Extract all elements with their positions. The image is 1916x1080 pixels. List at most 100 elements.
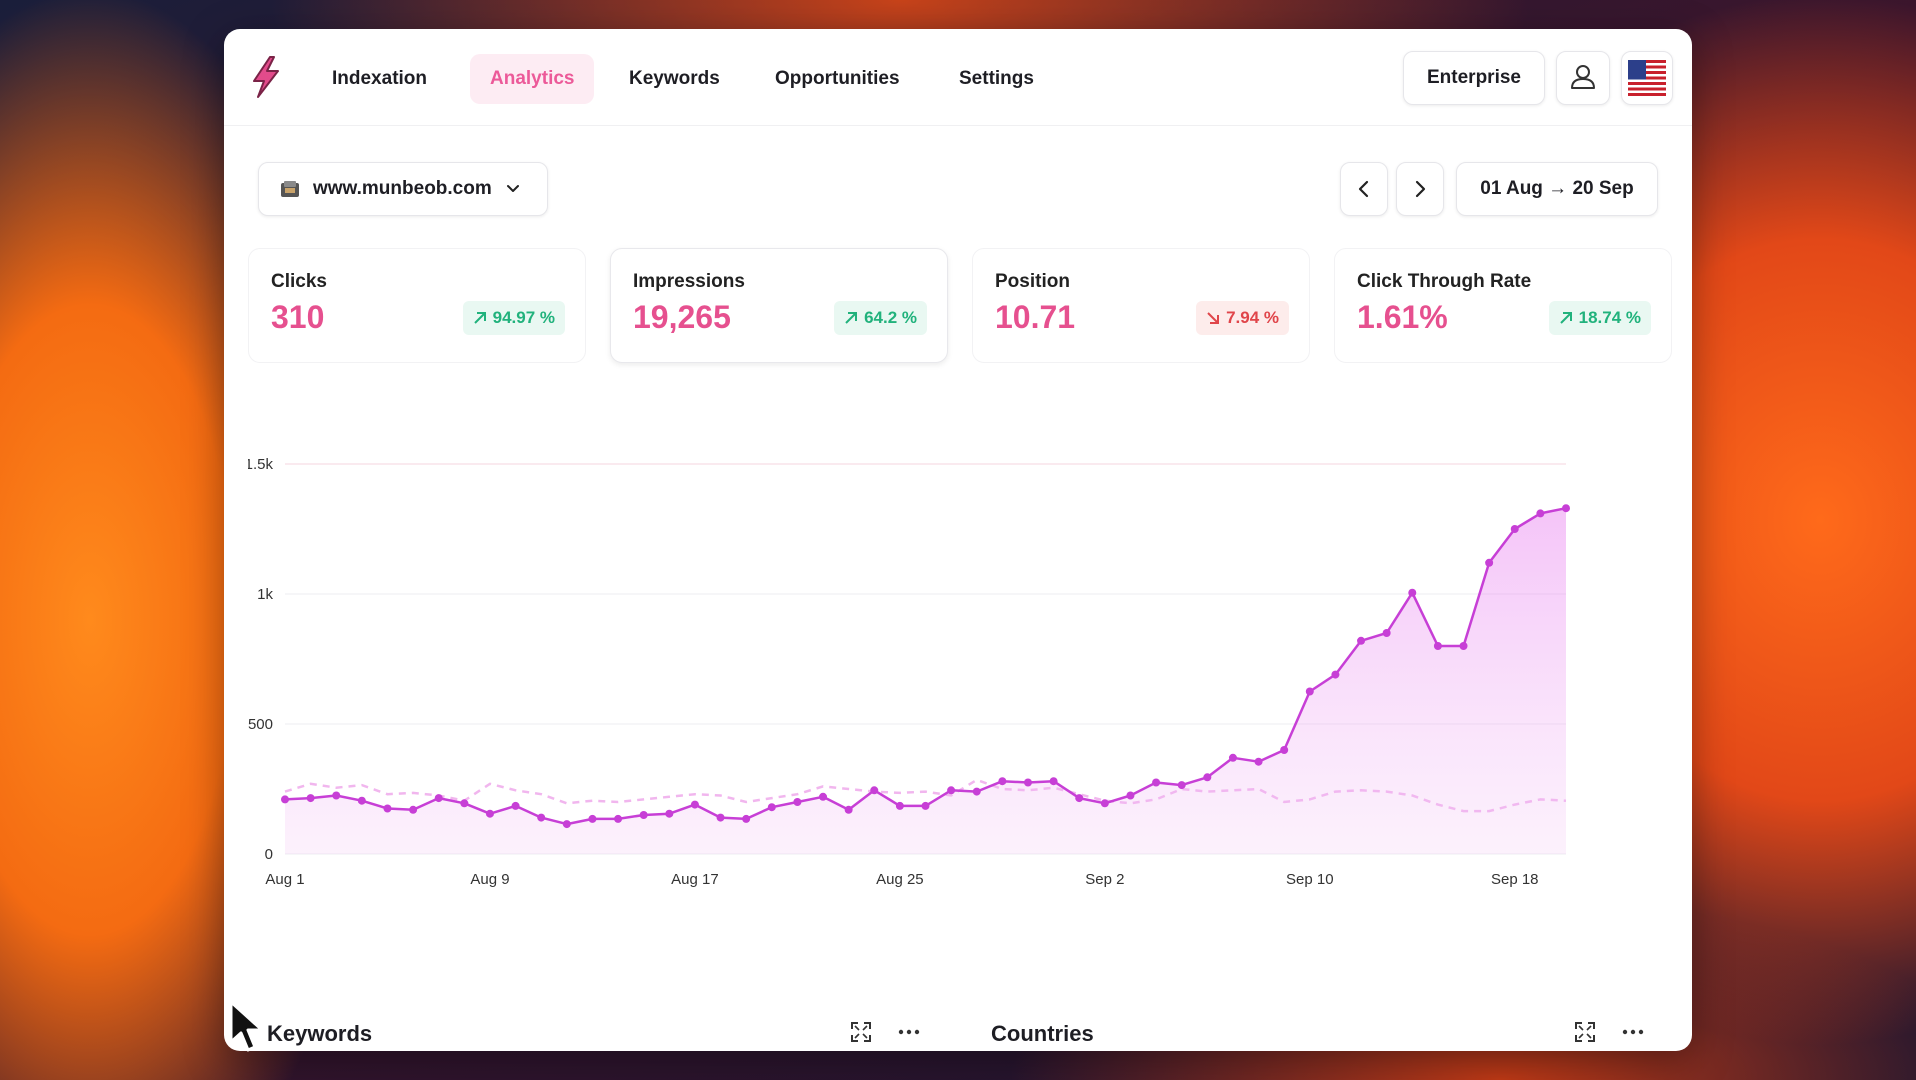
- data-point[interactable]: [665, 809, 674, 818]
- x-tick-label: Aug 17: [671, 871, 719, 888]
- nav-analytics[interactable]: Analytics: [470, 54, 595, 104]
- data-point[interactable]: [1459, 642, 1468, 650]
- data-point[interactable]: [460, 799, 469, 808]
- data-point[interactable]: [306, 794, 315, 803]
- data-point[interactable]: [281, 795, 289, 804]
- data-point[interactable]: [972, 787, 981, 796]
- y-tick-label: 0: [265, 846, 273, 863]
- data-point[interactable]: [1536, 509, 1545, 518]
- change-value: 64.2 %: [864, 308, 917, 327]
- arrow-down-right-icon: [1207, 312, 1220, 324]
- data-point[interactable]: [844, 805, 853, 814]
- data-point[interactable]: [1075, 794, 1084, 803]
- data-point[interactable]: [332, 791, 341, 800]
- data-point[interactable]: [537, 813, 546, 822]
- data-point[interactable]: [1433, 642, 1442, 650]
- data-point[interactable]: [614, 814, 623, 823]
- data-point[interactable]: [1305, 687, 1314, 696]
- stat-value: 10.71: [995, 299, 1076, 335]
- data-point[interactable]: [1126, 791, 1135, 800]
- user-icon: [1571, 65, 1595, 89]
- chevron-down-icon: [507, 185, 519, 192]
- data-point[interactable]: [383, 804, 392, 813]
- nav-settings[interactable]: Settings: [939, 54, 1054, 104]
- data-point[interactable]: [434, 794, 443, 803]
- data-point[interactable]: [870, 786, 879, 795]
- data-point[interactable]: [1357, 636, 1366, 645]
- data-point[interactable]: [742, 814, 751, 823]
- impressions-chart: 0 500 1k 1.5k Aug 1 Aug 9 Aug 17 Aug 25 Sep 2 Sep…: [245, 385, 1668, 985]
- data-point[interactable]: [588, 814, 597, 823]
- data-point[interactable]: [409, 805, 418, 814]
- stat-card-impressions[interactable]: Impressions 19,265 64.2 %: [610, 248, 948, 363]
- data-point[interactable]: [690, 800, 699, 809]
- keywords-panel-title: Keywords: [267, 1021, 373, 1046]
- data-point[interactable]: [357, 796, 366, 805]
- next-period-button[interactable]: [1396, 162, 1444, 216]
- stat-card-clicks[interactable]: Clicks 310 94.97 %: [248, 248, 586, 363]
- data-point[interactable]: [716, 813, 725, 822]
- change-badge: 7.94 %: [1196, 301, 1289, 335]
- app-window: Indexation Analytics Keywords Opportunit…: [224, 29, 1692, 1051]
- data-point[interactable]: [1510, 525, 1519, 533]
- data-point[interactable]: [1203, 773, 1212, 782]
- more-icon[interactable]: [1621, 1021, 1645, 1043]
- data-point[interactable]: [767, 803, 776, 812]
- site-selector[interactable]: www.munbeob.com: [258, 162, 548, 216]
- account-button[interactable]: [1556, 51, 1610, 105]
- stat-value: 1.61%: [1357, 299, 1448, 335]
- data-point[interactable]: [1408, 588, 1417, 597]
- y-tick-label: 1k: [257, 586, 273, 603]
- language-button[interactable]: [1621, 51, 1673, 105]
- stat-value: 310: [271, 299, 325, 335]
- expand-icon[interactable]: [850, 1021, 872, 1043]
- data-point[interactable]: [1049, 777, 1058, 786]
- expand-icon[interactable]: [1574, 1021, 1596, 1043]
- chevron-right-icon: [1415, 180, 1426, 198]
- more-icon[interactable]: [897, 1021, 921, 1043]
- stat-label: Click Through Rate: [1357, 271, 1532, 292]
- enterprise-button[interactable]: Enterprise: [1403, 51, 1545, 105]
- stat-label: Position: [995, 271, 1070, 292]
- data-point[interactable]: [1254, 757, 1263, 766]
- data-point[interactable]: [1331, 670, 1340, 679]
- date-range-button[interactable]: 01 Aug → 20 Sep: [1456, 162, 1658, 216]
- top-nav: Indexation Analytics Keywords Opportunit…: [224, 29, 1692, 126]
- data-point[interactable]: [998, 777, 1007, 786]
- data-point[interactable]: [1485, 558, 1494, 567]
- data-point[interactable]: [947, 786, 956, 795]
- data-point[interactable]: [562, 820, 571, 829]
- data-point[interactable]: [1100, 799, 1109, 808]
- nav-opportunities[interactable]: Opportunities: [755, 54, 920, 104]
- countries-panel-title: Countries: [991, 1021, 1094, 1046]
- data-point[interactable]: [819, 792, 828, 801]
- change-badge: 94.97 %: [462, 301, 565, 335]
- data-point[interactable]: [485, 809, 494, 818]
- stat-card-ctr[interactable]: Click Through Rate 1.61% 18.74 %: [1334, 248, 1672, 363]
- data-point[interactable]: [639, 811, 648, 819]
- data-point[interactable]: [1228, 753, 1237, 762]
- x-tick-label: Sep 2: [1085, 871, 1124, 888]
- x-tick-label: Sep 18: [1491, 871, 1539, 888]
- stat-card-position[interactable]: Position 10.71 7.94 %: [972, 248, 1310, 363]
- data-point[interactable]: [895, 801, 904, 810]
- data-point[interactable]: [1152, 778, 1161, 787]
- data-point[interactable]: [1562, 504, 1570, 513]
- data-point[interactable]: [1280, 746, 1289, 754]
- chart-svg: 0 500 1k 1.5k Aug 1 Aug 9 Aug 17 Aug 25 Sep 2 Sep…: [245, 456, 1570, 888]
- nav-indexation[interactable]: Indexation: [312, 54, 447, 104]
- change-badge: 18.74 %: [1548, 301, 1651, 335]
- nav-keywords[interactable]: Keywords: [609, 54, 740, 104]
- x-tick-label: Aug 1: [265, 871, 304, 888]
- data-point[interactable]: [793, 798, 802, 806]
- arrow-up-right-icon: [473, 312, 486, 324]
- prev-period-button[interactable]: [1340, 162, 1388, 216]
- logo-icon[interactable]: [248, 55, 284, 99]
- us-flag-icon: [1628, 60, 1666, 96]
- data-point[interactable]: [1177, 781, 1186, 790]
- data-point[interactable]: [1023, 778, 1032, 787]
- data-point[interactable]: [1382, 629, 1391, 637]
- data-point[interactable]: [511, 801, 520, 810]
- site-favicon-icon: [281, 181, 299, 197]
- data-point[interactable]: [921, 801, 930, 810]
